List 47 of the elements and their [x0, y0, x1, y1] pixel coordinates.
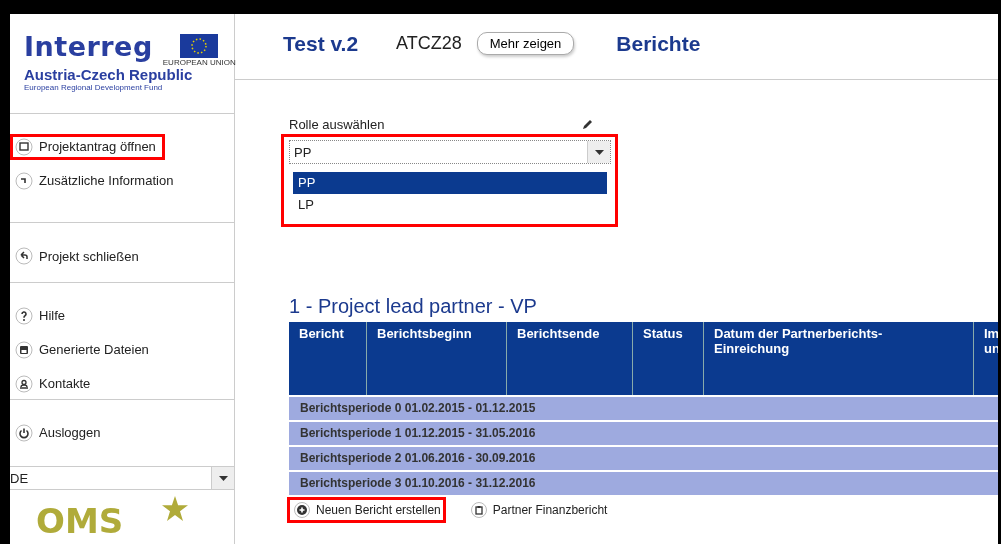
- report-period-row[interactable]: Berichtsperiode 0 01.02.2015 - 01.12.2015: [289, 397, 998, 420]
- role-select[interactable]: PP: [289, 140, 611, 164]
- info-icon: [15, 171, 33, 190]
- dropdown-option[interactable]: PP: [293, 172, 607, 194]
- eu-label: EUROPEAN UNION: [162, 58, 236, 67]
- oms-logo-text: OMS: [36, 501, 124, 542]
- sidebar-item[interactable]: Zusätzliche Information: [10, 167, 183, 194]
- column-header: Berichtsbeginn: [367, 322, 507, 395]
- caret-icon: [594, 149, 604, 155]
- project-code: ATCZ28: [396, 33, 462, 54]
- plus-circle-icon: [294, 502, 310, 518]
- sidebar-item[interactable]: Generierte Dateien: [10, 337, 158, 363]
- role-label: Rolle auswählen: [289, 117, 385, 132]
- contact-icon: [15, 375, 33, 393]
- report-period-row[interactable]: Berichtsperiode 2 01.06.2016 - 30.09.2016: [289, 447, 998, 470]
- section-title: Berichte: [616, 31, 701, 56]
- caret-icon: [218, 475, 228, 481]
- star-icon: [162, 496, 188, 522]
- sidebar-item[interactable]: Ausloggen: [10, 419, 110, 446]
- sidebar-item[interactable]: Projekt schließen: [10, 243, 148, 270]
- help-icon: [15, 307, 33, 325]
- pencil-icon[interactable]: [582, 119, 593, 130]
- file-icon: [15, 341, 33, 359]
- sidebar-item[interactable]: Projektantrag öffnen: [10, 133, 165, 160]
- sidebar-item[interactable]: Kontakte: [10, 371, 100, 397]
- logo-fund: European Regional Development Fund: [24, 83, 164, 92]
- action-link[interactable]: Neuen Bericht erstellen: [287, 497, 446, 523]
- power-icon: [15, 423, 33, 442]
- logo-region: Austria-Czech Republic: [24, 66, 194, 83]
- action-link[interactable]: Partner Finanzbericht: [463, 497, 613, 523]
- show-more-button[interactable]: Mehr zeigen: [476, 32, 575, 55]
- dropdown-option[interactable]: LP: [293, 194, 607, 216]
- note-icon: [15, 137, 33, 156]
- partner-title: 1 - Project lead partner - VP: [289, 295, 538, 318]
- column-header: Status: [633, 322, 704, 395]
- report-period-row[interactable]: Berichtsperiode 1 01.12.2015 - 31.05.2016: [289, 422, 998, 445]
- project-title: Test v.2: [283, 31, 359, 56]
- clipboard-icon: [470, 502, 487, 518]
- eu-flag-icon: [180, 34, 219, 58]
- column-header: Bericht: [289, 322, 367, 395]
- report-period-row[interactable]: Berichtsperiode 3 01.10.2016 - 31.12.2016: [289, 472, 998, 495]
- column-header: Berichtsende: [507, 322, 633, 395]
- sidebar-item[interactable]: Hilfe: [10, 303, 74, 329]
- back-icon: [15, 247, 33, 266]
- logo-wordmark: Interreg: [24, 32, 153, 62]
- column-header: Datum der Partnerberichts-Einreichung: [704, 322, 974, 395]
- language-select[interactable]: DE: [10, 467, 234, 491]
